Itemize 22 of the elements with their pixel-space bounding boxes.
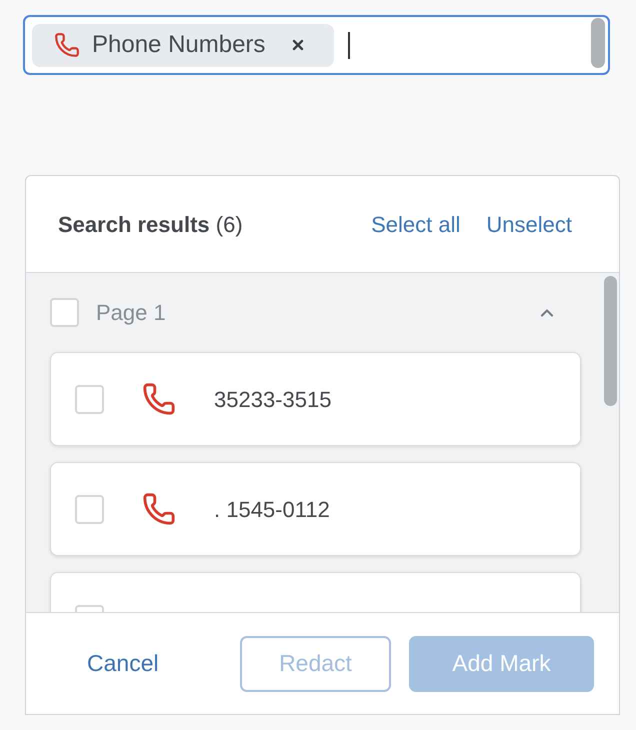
select-all-link[interactable]: Select all <box>371 208 460 240</box>
filter-chip[interactable]: Phone Numbers <box>32 24 334 66</box>
search-field[interactable]: Phone Numbers <box>23 15 610 75</box>
phone-icon <box>54 32 80 58</box>
result-card[interactable]: . 1545-0112 <box>50 462 581 556</box>
close-icon[interactable] <box>290 37 306 53</box>
checkbox[interactable] <box>50 298 79 327</box>
phone-number: . 1545-0112 <box>214 496 330 524</box>
phone-icon <box>142 382 176 416</box>
scrollbar-thumb[interactable] <box>604 276 617 406</box>
chip-label: Phone Numbers <box>92 30 266 60</box>
checkbox[interactable] <box>75 494 104 524</box>
text-cursor-icon <box>348 32 350 58</box>
phone-icon <box>142 492 176 526</box>
unselect-link[interactable]: Unselect <box>486 208 572 240</box>
scrollbar-thumb[interactable] <box>591 18 605 68</box>
results-heading: Search results (6) <box>58 210 243 238</box>
group-label: Page 1 <box>96 299 166 327</box>
checkbox[interactable] <box>75 384 104 414</box>
phone-number: 35233-3515 <box>214 386 332 414</box>
cancel-link[interactable]: Cancel <box>87 646 159 681</box>
result-card[interactable]: 35233-3515 <box>50 352 581 446</box>
